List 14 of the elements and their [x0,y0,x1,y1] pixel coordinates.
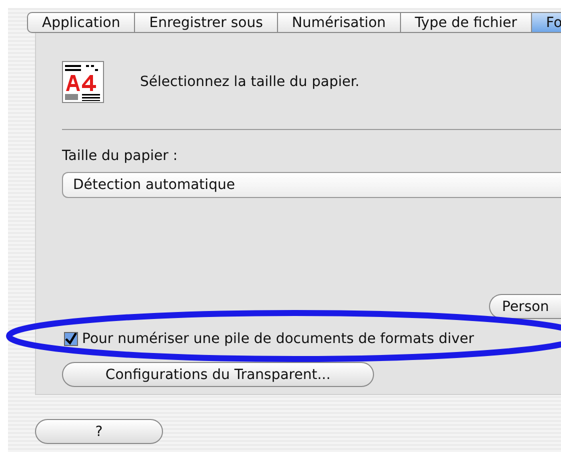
tab[interactable]: Fo [532,12,561,33]
tab[interactable]: Enregistrer sous [135,12,278,33]
instruction-text: Sélectionnez la taille du papier. [140,74,360,90]
paper-size-label: Taille du papier : [62,148,179,164]
paper-size-dropdown[interactable]: Détection automatique [62,172,561,198]
paper-a4-icon [62,61,104,103]
help-button[interactable]: ? [35,419,163,444]
checkbox[interactable] [64,332,78,346]
tab[interactable]: Numérisation [278,12,401,33]
tab[interactable]: Application [27,12,136,33]
custom-button[interactable]: Person [489,294,561,319]
tab[interactable]: Type de fichier [400,12,532,33]
checkbox-label: Pour numériser une pile de documents de formats diver [82,331,474,347]
transparency-settings-button[interactable]: Configurations du Transparent... [62,362,374,387]
